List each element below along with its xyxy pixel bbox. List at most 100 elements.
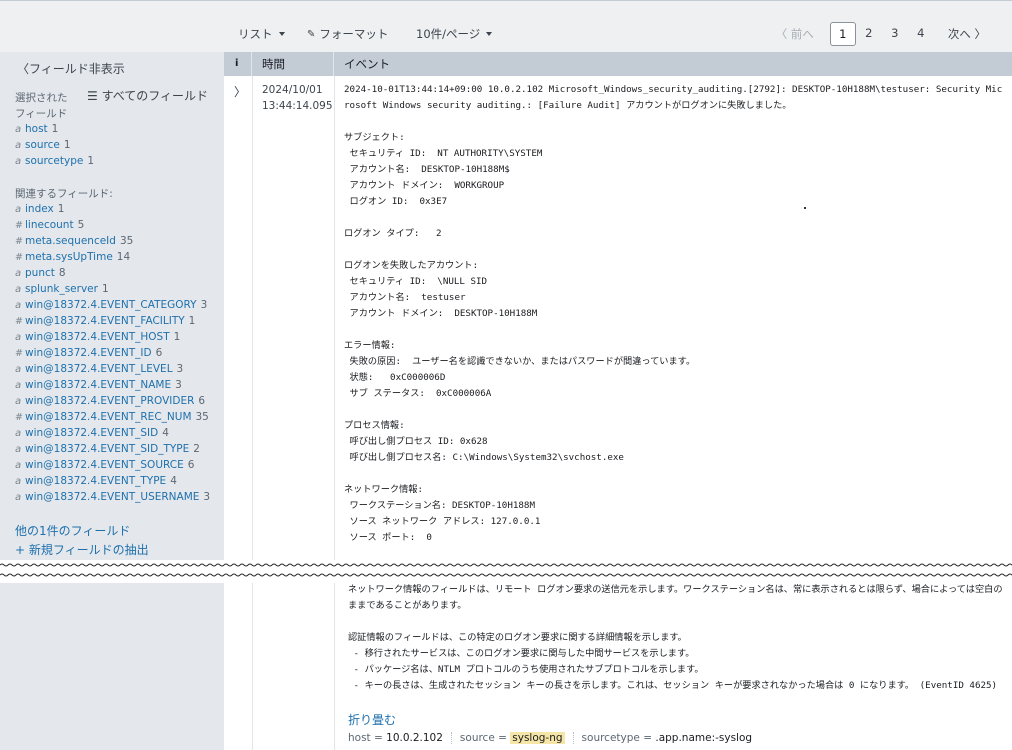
field-count: 1 — [63, 139, 71, 151]
string-type-icon: a — [15, 140, 22, 151]
meta-field[interactable]: source = syslog-ng — [460, 732, 574, 744]
field-item[interactable]: # meta.sysUpTime 14 — [15, 249, 210, 265]
field-item[interactable]: a splunk_server 1 — [15, 281, 210, 297]
field-count: 3 — [200, 299, 208, 311]
format-label: フォーマット — [319, 27, 389, 41]
numeric-type-icon: # — [15, 220, 23, 231]
hide-fields-link[interactable]: 〈フィールド非表示 — [17, 60, 125, 77]
field-name: source — [25, 139, 60, 151]
prev-page-button[interactable]: 〈 前へ — [776, 26, 814, 42]
field-count: 6 — [187, 459, 195, 471]
field-item[interactable]: a win@18372.4.EVENT_SID_TYPE 2 — [15, 441, 210, 457]
field-item[interactable]: a win@18372.4.EVENT_LEVEL 3 — [15, 361, 210, 377]
field-name: win@18372.4.EVENT_SID — [25, 427, 159, 439]
field-item[interactable]: a win@18372.4.EVENT_USERNAME 3 — [15, 489, 210, 505]
field-name: host — [25, 123, 48, 135]
page-3-button[interactable]: 3 — [882, 22, 908, 46]
field-name: win@18372.4.EVENT_CATEGORY — [25, 299, 197, 311]
field-name: linecount — [25, 219, 74, 231]
field-item[interactable]: a win@18372.4.EVENT_TYPE 4 — [15, 473, 210, 489]
field-count: 3 — [203, 491, 211, 503]
field-item[interactable]: a win@18372.4.EVENT_PROVIDER 6 — [15, 393, 210, 409]
column-divider — [252, 76, 253, 750]
field-count: 2 — [193, 443, 200, 455]
meta-value: syslog-ng — [510, 732, 565, 744]
format-button[interactable]: ✎ フォーマット — [307, 26, 388, 42]
field-name: win@18372.4.EVENT_NAME — [25, 379, 172, 391]
field-item[interactable]: a win@18372.4.EVENT_NAME 3 — [15, 377, 210, 393]
page-2-button[interactable]: 2 — [856, 22, 882, 46]
string-type-icon: a — [15, 444, 22, 455]
string-type-icon: a — [15, 492, 22, 503]
meta-key: host = — [348, 732, 387, 744]
list-view-label: リスト — [238, 27, 273, 41]
all-fields-label: すべてのフィールド — [101, 89, 209, 103]
string-type-icon: a — [15, 300, 22, 311]
per-page-dropdown[interactable]: 10件/ページ — [416, 26, 493, 42]
collapse-link[interactable]: 折り畳む — [348, 711, 396, 728]
column-header-event: イベント — [344, 57, 390, 71]
pencil-icon: ✎ — [307, 28, 316, 40]
field-item[interactable]: a win@18372.4.EVENT_CATEGORY 3 — [15, 297, 210, 313]
selected-fields-heading: 選択された フィールド — [15, 92, 68, 120]
field-name: win@18372.4.EVENT_SID_TYPE — [25, 443, 190, 455]
stray-dot — [804, 207, 806, 209]
page-4-button[interactable]: 4 — [908, 22, 934, 46]
field-item[interactable]: a win@18372.4.EVENT_SOURCE 6 — [15, 457, 210, 473]
string-type-icon: a — [15, 268, 22, 279]
field-count: 8 — [58, 267, 66, 279]
field-count: 6 — [198, 395, 206, 407]
field-name: win@18372.4.EVENT_ID — [25, 347, 152, 359]
torn-edge-separator — [0, 560, 1012, 583]
field-name: win@18372.4.EVENT_LEVEL — [25, 363, 173, 375]
string-type-icon: a — [15, 476, 22, 487]
field-item[interactable]: a host 1 — [15, 121, 94, 137]
field-item[interactable]: a win@18372.4.EVENT_SID 4 — [15, 425, 210, 441]
field-count: 3 — [175, 379, 182, 391]
more-fields-link[interactable]: 他の1件のフィールド — [15, 522, 130, 539]
field-item[interactable]: a source 1 — [15, 137, 94, 153]
field-count: 35 — [119, 235, 134, 247]
pagination: 〈 前へ 1 2 3 4 次へ 〉 — [776, 22, 986, 46]
meta-field[interactable]: sourcetype = .app.name:-syslog — [582, 732, 761, 744]
next-page-button[interactable]: 次へ 〉 — [948, 26, 986, 42]
field-item[interactable]: a punct 8 — [15, 265, 210, 281]
field-item[interactable]: # linecount 5 — [15, 217, 210, 233]
field-count: 1 — [101, 283, 109, 295]
field-name: win@18372.4.EVENT_PROVIDER — [25, 395, 195, 407]
field-name: meta.sequenceId — [25, 235, 116, 247]
field-item[interactable]: a win@18372.4.EVENT_HOST 1 — [15, 329, 210, 345]
meta-value: 10.0.2.102 — [386, 732, 443, 744]
field-item[interactable]: # win@18372.4.EVENT_FACILITY 1 — [15, 313, 210, 329]
wavy-line — [0, 563, 1012, 577]
extract-new-fields-link[interactable]: + 新規フィールドの抽出 — [15, 541, 149, 558]
page-1-button[interactable]: 1 — [829, 22, 856, 46]
chevron-down-icon — [486, 32, 493, 36]
expand-event-icon[interactable]: 〉 — [234, 83, 246, 100]
field-item[interactable]: a sourcetype 1 — [15, 153, 94, 169]
meta-value: .app.name:-syslog — [655, 732, 753, 744]
chevron-down-icon — [278, 32, 285, 36]
column-header-time[interactable]: 時間 — [252, 52, 334, 76]
string-type-icon: a — [15, 204, 22, 215]
event-date: 2024/10/01 — [262, 84, 323, 96]
string-type-icon: a — [15, 364, 22, 375]
field-item[interactable]: a index 1 — [15, 201, 210, 217]
list-view-dropdown[interactable]: リスト — [238, 26, 285, 42]
numeric-type-icon: # — [15, 252, 23, 263]
field-count: 35 — [195, 411, 209, 423]
field-count: 1 — [87, 155, 95, 167]
column-header-info: i — [224, 52, 252, 76]
all-fields-button[interactable]: ☰ すべてのフィールド — [87, 87, 208, 104]
field-name: win@18372.4.EVENT_FACILITY — [25, 315, 185, 327]
field-item[interactable]: # meta.sequenceId 35 — [15, 233, 210, 249]
meta-field[interactable]: host = 10.0.2.102 — [348, 732, 452, 744]
string-type-icon: a — [15, 156, 22, 167]
field-item[interactable]: # win@18372.4.EVENT_REC_NUM 35 — [15, 409, 210, 425]
numeric-type-icon: # — [15, 236, 23, 247]
field-count: 6 — [155, 347, 163, 359]
field-item[interactable]: # win@18372.4.EVENT_ID 6 — [15, 345, 210, 361]
field-name: splunk_server — [25, 283, 98, 295]
field-name: win@18372.4.EVENT_USERNAME — [25, 491, 200, 503]
field-name: sourcetype — [25, 155, 84, 167]
